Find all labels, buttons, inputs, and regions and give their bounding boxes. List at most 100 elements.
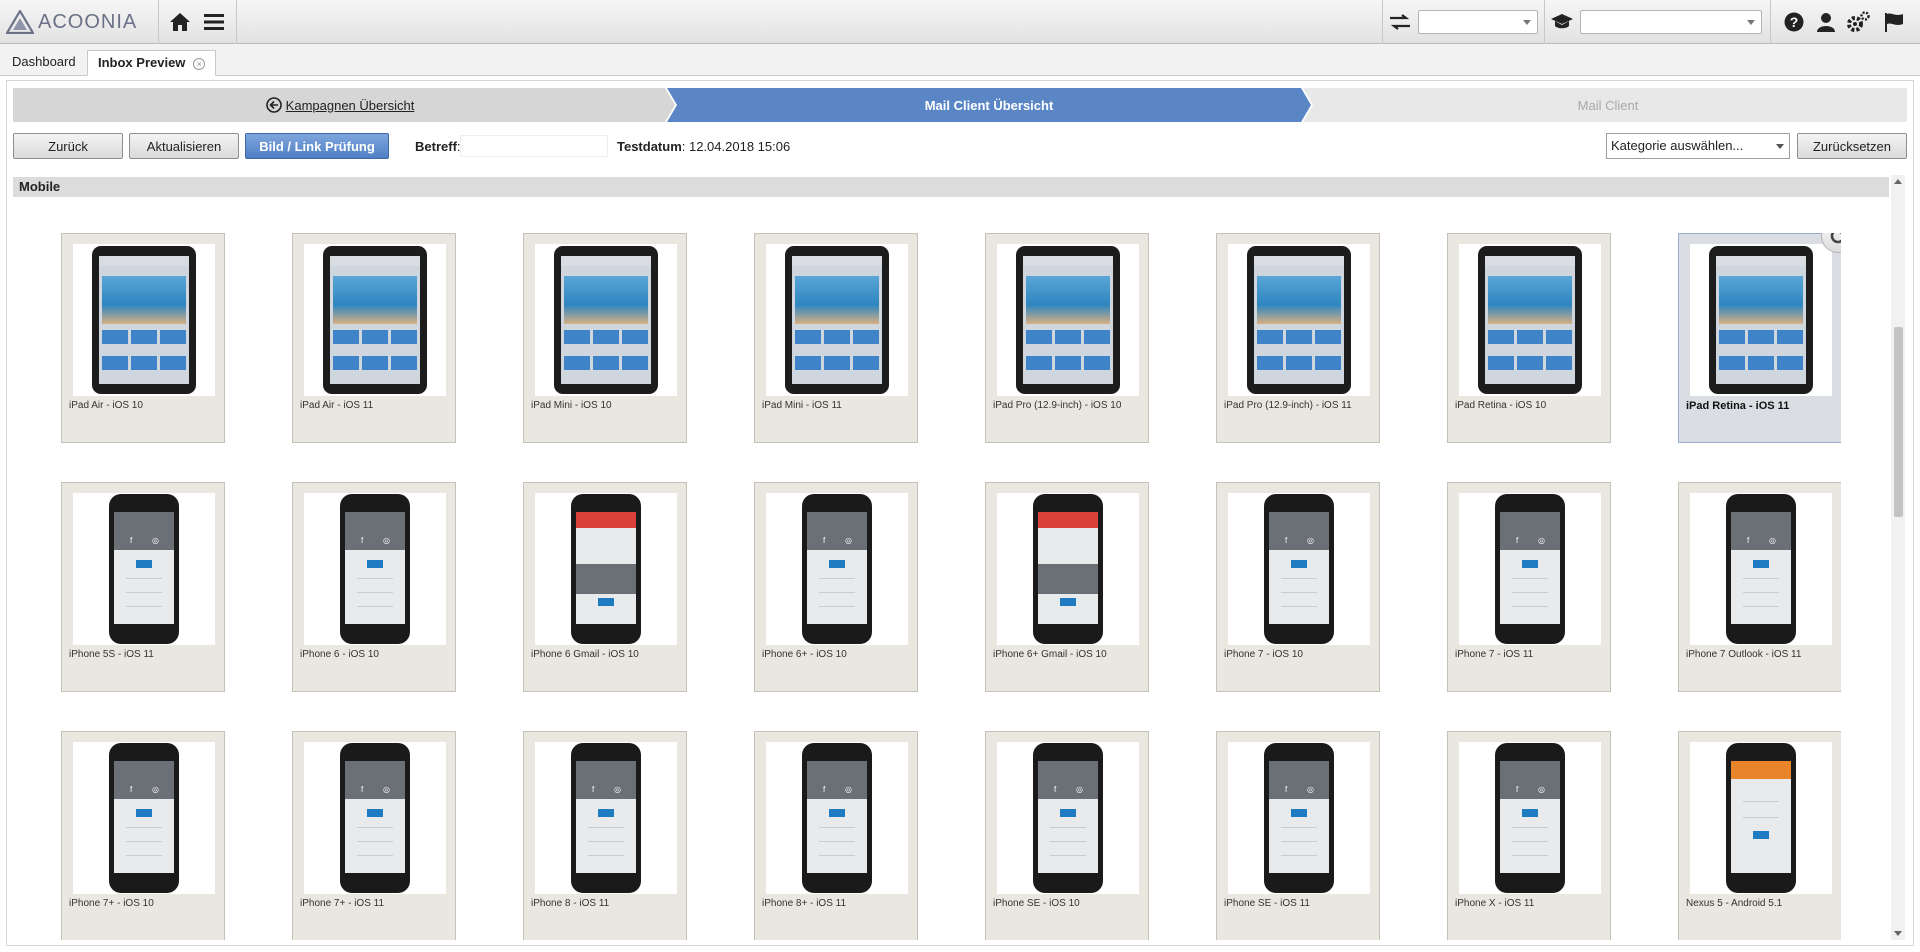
mail-client-label: iPhone 6 Gmail - iOS 10 — [531, 649, 639, 660]
mail-client-card[interactable]: f ◎ iPhone X - iOS 11 — [1447, 731, 1611, 940]
flag-icon[interactable] — [1882, 11, 1906, 33]
mail-client-card[interactable]: f ◎ iPhone 8 - iOS 11 — [523, 731, 687, 940]
mail-client-label: iPhone SE - iOS 10 — [993, 898, 1080, 909]
preview-thumbnail — [1228, 244, 1370, 396]
mail-client-label: iPhone 8+ - iOS 11 — [762, 898, 847, 909]
mail-client-label: iPad Air - iOS 10 — [69, 400, 143, 411]
mail-client-label: iPad Pro (12.9-inch) - iOS 11 — [1224, 400, 1352, 411]
phone-preview-icon: f ◎ — [1726, 494, 1796, 644]
refresh-button[interactable]: Aktualisieren — [129, 133, 239, 159]
mail-client-card[interactable]: f ◎ iPhone 5S - iOS 11 — [61, 482, 225, 692]
mail-client-card[interactable]: f ◎ iPhone SE - iOS 11 — [1216, 731, 1380, 940]
separator — [236, 0, 237, 44]
mail-client-card[interactable]: iPad Retina - iOS 10 — [1447, 233, 1611, 443]
back-circle-icon — [265, 97, 282, 113]
section-header-mobile: Mobile — [13, 177, 1889, 197]
mail-client-card[interactable]: f ◎ iPhone 7+ - iOS 11 — [292, 731, 456, 940]
tablet-preview-icon — [323, 246, 427, 394]
mail-client-label: iPad Retina - iOS 10 — [1455, 400, 1547, 411]
wizard-step-label: Mail Client — [1577, 97, 1639, 113]
preview-thumbnail — [997, 493, 1139, 645]
logo-mark-icon — [6, 10, 34, 34]
preview-thumbnail: f ◎ — [766, 742, 908, 894]
mail-client-label: iPhone 7+ - iOS 10 — [69, 898, 154, 909]
tab-bar: Dashboard Inbox Preview × — [0, 44, 1920, 76]
logo-text: ACOONIA — [38, 10, 138, 33]
tab-inbox-preview[interactable]: Inbox Preview × — [87, 50, 217, 76]
mail-client-label: iPhone 6+ - iOS 10 — [762, 649, 847, 660]
category-select[interactable]: Kategorie auswählen... — [1606, 133, 1790, 159]
phone-preview-icon: f ◎ — [1264, 743, 1334, 893]
separator — [1770, 0, 1771, 44]
mail-client-card[interactable]: iPad Pro (12.9-inch) - iOS 10 — [985, 233, 1149, 443]
phone-preview-icon: f ◎ — [1495, 494, 1565, 644]
tab-label: Dashboard — [12, 54, 76, 69]
chevron-down-icon — [1747, 20, 1755, 25]
mail-client-card[interactable]: iPhone 6 Gmail - iOS 10 — [523, 482, 687, 692]
mail-client-card[interactable]: iPad Air - iOS 10 — [61, 233, 225, 443]
mail-client-label: iPhone 7 - iOS 10 — [1224, 649, 1303, 660]
mail-client-card[interactable]: f ◎ iPhone 6+ - iOS 10 — [754, 482, 918, 692]
preview-thumbnail: f ◎ — [73, 742, 215, 894]
phone-preview-icon: f ◎ — [340, 743, 410, 893]
reset-button[interactable]: Zurücksetzen — [1797, 133, 1907, 159]
mail-client-card[interactable]: f ◎ iPhone 7+ - iOS 10 — [61, 731, 225, 940]
mail-client-card[interactable]: iPhone 6+ Gmail - iOS 10 — [985, 482, 1149, 692]
scroll-down-icon[interactable] — [1894, 931, 1902, 936]
graduation-cap-icon[interactable] — [1550, 11, 1574, 33]
mail-client-card[interactable]: f ◎ iPhone 8+ - iOS 11 — [754, 731, 918, 940]
tablet-preview-icon — [1709, 246, 1813, 394]
tablet-preview-icon — [554, 246, 658, 394]
phone-preview-icon: f ◎ — [109, 494, 179, 644]
mail-client-label: iPhone SE - iOS 11 — [1224, 898, 1310, 909]
phone-preview-icon — [1726, 743, 1796, 893]
scrollbar-thumb[interactable] — [1894, 327, 1903, 517]
phone-preview-icon — [1033, 494, 1103, 644]
mail-client-card[interactable]: iPad Retina - iOS 11 — [1678, 233, 1841, 443]
swap-icon[interactable] — [1388, 11, 1412, 33]
home-icon[interactable] — [168, 11, 192, 33]
mail-client-card[interactable]: iPad Mini - iOS 11 — [754, 233, 918, 443]
tab-dashboard[interactable]: Dashboard — [2, 50, 86, 76]
phone-preview-icon: f ◎ — [802, 494, 872, 644]
mail-client-card[interactable]: f ◎ iPhone 7 Outlook - iOS 11 — [1678, 482, 1841, 692]
testdatum-value: : 12.04.2018 15:06 — [681, 139, 791, 154]
scroll-up-icon[interactable] — [1894, 179, 1902, 184]
mail-client-card[interactable]: f ◎ iPhone 7 - iOS 10 — [1216, 482, 1380, 692]
image-link-check-button[interactable]: Bild / Link Prüfung — [245, 133, 389, 159]
mail-client-card[interactable]: iPad Air - iOS 11 — [292, 233, 456, 443]
project-select[interactable] — [1418, 10, 1538, 34]
phone-preview-icon: f ◎ — [802, 743, 872, 893]
wizard-step-mail-client: Mail Client — [1309, 88, 1907, 122]
category-select-value: Kategorie auswählen... — [1611, 138, 1744, 153]
preview-thumbnail — [535, 244, 677, 396]
menu-icon[interactable] — [202, 11, 226, 33]
mail-client-card[interactable]: iPad Mini - iOS 10 — [523, 233, 687, 443]
vertical-scrollbar[interactable] — [1891, 175, 1905, 940]
mail-client-card[interactable]: f ◎ iPhone 6 - iOS 10 — [292, 482, 456, 692]
mail-client-card[interactable]: Nexus 5 - Android 5.1 — [1678, 731, 1841, 940]
preview-thumbnail — [766, 244, 908, 396]
mail-client-card[interactable]: iPad Pro (12.9-inch) - iOS 11 — [1216, 233, 1380, 443]
back-button[interactable]: Zurück — [13, 133, 123, 159]
mail-client-label: iPad Pro (12.9-inch) - iOS 10 — [993, 400, 1122, 411]
settings-icon[interactable] — [1846, 11, 1870, 33]
phone-preview-icon: f ◎ — [1033, 743, 1103, 893]
user-icon[interactable] — [1814, 11, 1838, 33]
mail-client-label: iPad Mini - iOS 10 — [531, 400, 612, 411]
close-icon[interactable]: × — [193, 57, 206, 70]
mail-client-label: iPhone X - iOS 11 — [1455, 898, 1535, 909]
phone-preview-icon: f ◎ — [340, 494, 410, 644]
separator — [1382, 0, 1383, 44]
preview-thumbnail: f ◎ — [1459, 742, 1601, 894]
mail-client-label: iPhone 6 - iOS 10 — [300, 649, 379, 660]
preview-thumbnail — [304, 244, 446, 396]
preview-thumbnail: f ◎ — [997, 742, 1139, 894]
help-icon[interactable]: ? — [1782, 11, 1806, 33]
wizard-step-campaigns[interactable]: Kampagnen Übersicht — [13, 88, 667, 122]
acoonia-logo[interactable]: ACOONIA — [6, 10, 137, 34]
chevron-down-icon — [1523, 20, 1531, 25]
training-select[interactable] — [1580, 10, 1762, 34]
mail-client-card[interactable]: f ◎ iPhone 7 - iOS 11 — [1447, 482, 1611, 692]
mail-client-card[interactable]: f ◎ iPhone SE - iOS 10 — [985, 731, 1149, 940]
